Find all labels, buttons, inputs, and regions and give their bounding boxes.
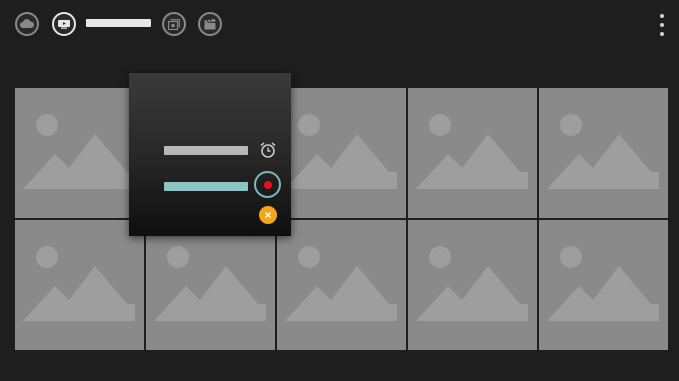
more-vert-icon[interactable] (657, 14, 667, 36)
cloud-button[interactable] (15, 12, 39, 36)
media-tile[interactable] (15, 220, 144, 350)
image-placeholder-icon (547, 114, 659, 189)
close-button[interactable] (259, 206, 277, 224)
record-icon (263, 180, 272, 189)
media-tile[interactable] (539, 88, 668, 218)
record-option-label[interactable] (164, 182, 248, 191)
record-button[interactable] (254, 171, 281, 198)
image-placeholder-icon (285, 114, 397, 189)
media-tile[interactable] (408, 88, 537, 218)
page-title-placeholder (86, 19, 151, 27)
image-placeholder-icon (416, 246, 528, 321)
media-tile[interactable] (15, 88, 144, 218)
image-placeholder-icon (154, 246, 266, 321)
clapperboard-icon (204, 18, 216, 30)
image-placeholder-icon (23, 114, 135, 189)
close-icon (264, 206, 272, 224)
alarm-icon[interactable] (259, 141, 277, 164)
top-bar (0, 0, 679, 50)
cloud-icon (20, 19, 34, 29)
tv-button[interactable] (52, 12, 76, 36)
tv-icon (58, 19, 70, 29)
photo-gallery-icon (168, 18, 180, 30)
image-placeholder-icon (416, 114, 528, 189)
media-tile[interactable] (539, 220, 668, 350)
image-placeholder-icon (23, 246, 135, 321)
media-grid (15, 88, 668, 350)
image-placeholder-icon (285, 246, 397, 321)
media-tile[interactable] (277, 220, 406, 350)
media-tile[interactable] (277, 88, 406, 218)
clapperboard-button[interactable] (198, 12, 222, 36)
photo-gallery-button[interactable] (162, 12, 186, 36)
media-tile[interactable] (146, 220, 275, 350)
media-tile[interactable] (408, 220, 537, 350)
schedule-option-label[interactable] (164, 146, 248, 155)
image-placeholder-icon (547, 246, 659, 321)
recording-popup (129, 73, 291, 236)
